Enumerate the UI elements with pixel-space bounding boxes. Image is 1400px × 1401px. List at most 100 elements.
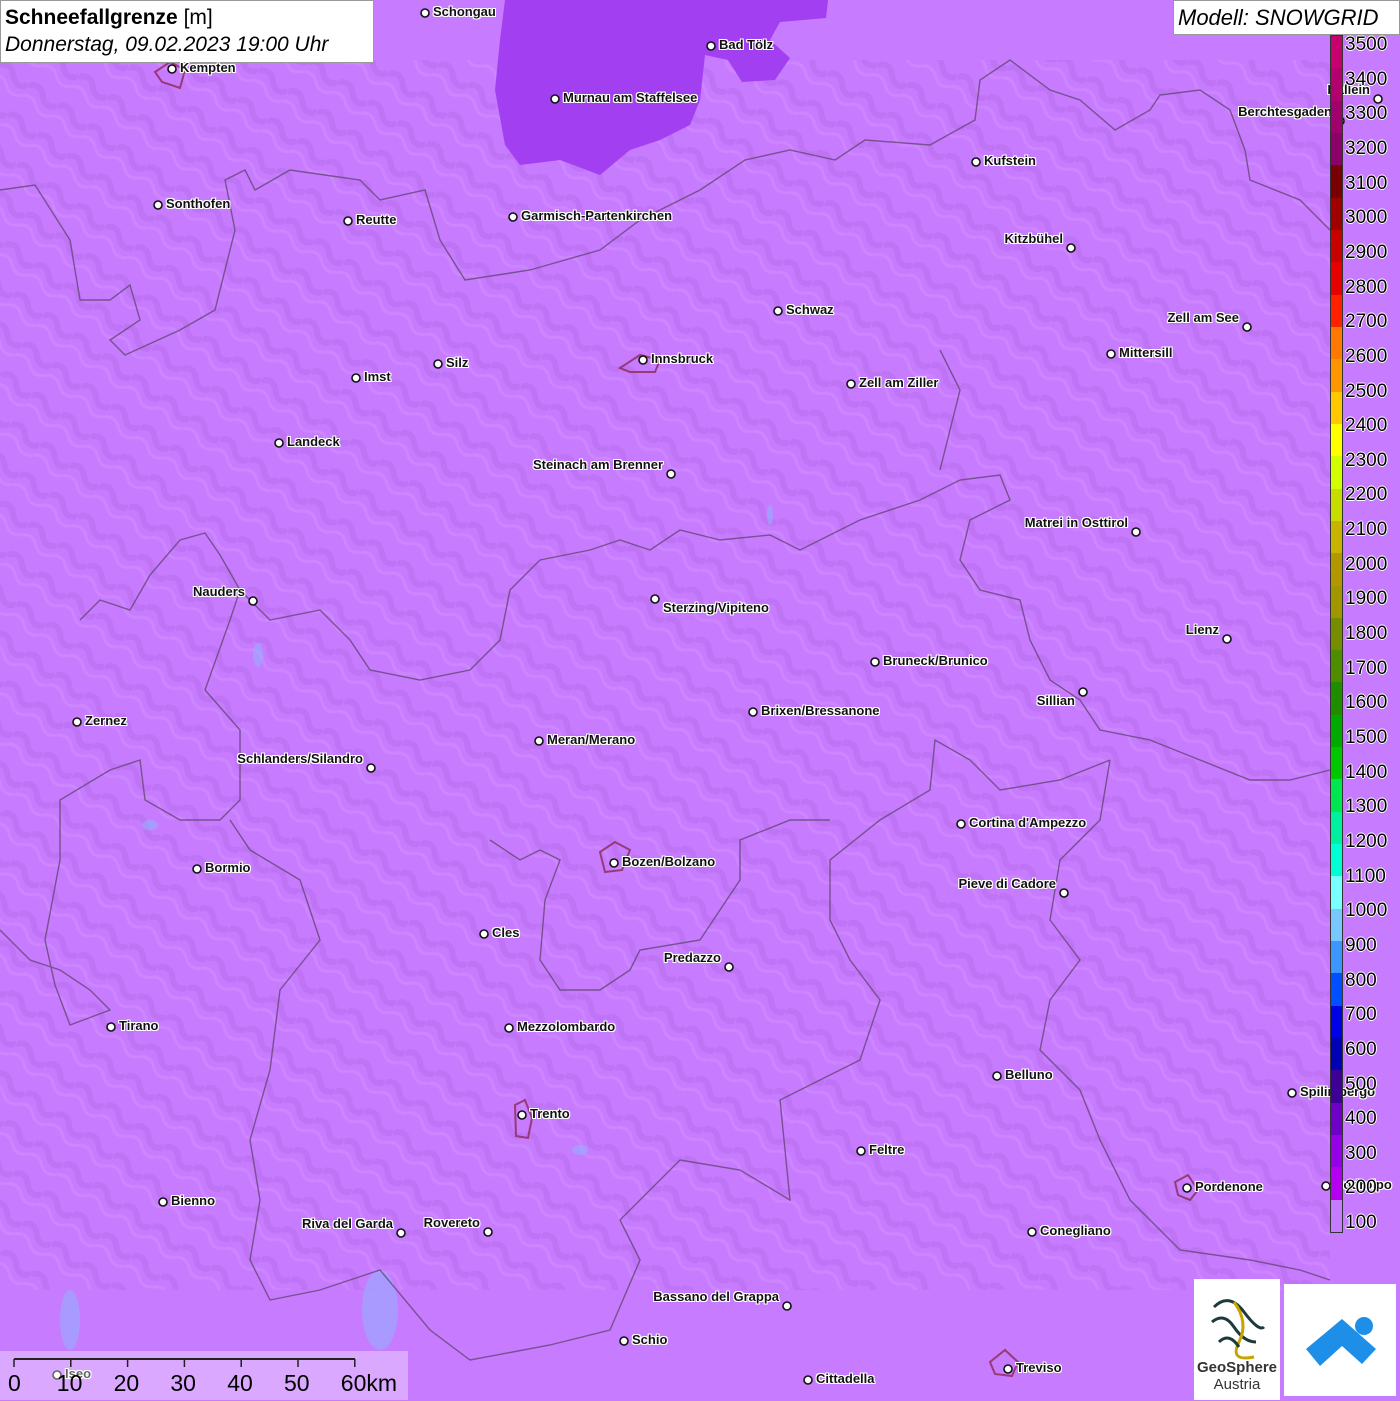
legend-level-label: 3100 <box>1345 172 1388 194</box>
city-marker <box>158 1197 168 1207</box>
legend-level-label: 1300 <box>1345 796 1388 818</box>
legend-color-step <box>1331 1070 1342 1104</box>
legend-level-label: 2300 <box>1345 449 1388 471</box>
city-label: Murnau am Staffelsee <box>563 90 698 105</box>
city-marker <box>1059 888 1069 898</box>
city-label: Landeck <box>287 434 340 449</box>
legend-level-label: 1400 <box>1345 761 1388 783</box>
legend-color-step <box>1331 811 1342 845</box>
city-marker <box>192 864 202 874</box>
city-marker <box>550 94 560 104</box>
app-logo[interactable] <box>1284 1284 1396 1396</box>
city-label: Meran/Merano <box>547 732 636 747</box>
city-marker <box>1373 94 1383 104</box>
legend-color-step <box>1331 779 1342 813</box>
city-label: Pordenone <box>1195 1179 1263 1194</box>
legend-level-label: 2100 <box>1345 519 1388 541</box>
city-label: Zell am See <box>1167 310 1239 325</box>
city-marker <box>248 596 258 606</box>
city-marker <box>72 717 82 727</box>
city-marker <box>1078 687 1088 697</box>
city-marker <box>666 469 676 479</box>
city-label: Bormio <box>205 860 251 875</box>
city-marker <box>650 594 660 604</box>
legend-level-label: 300 <box>1345 1142 1377 1164</box>
city-label: Cittadella <box>816 1371 875 1386</box>
city-marker <box>343 216 353 226</box>
legend-color-step <box>1331 1199 1342 1233</box>
city-marker <box>856 1146 866 1156</box>
legend-level-label: 600 <box>1345 1038 1377 1060</box>
city-marker <box>534 736 544 746</box>
legend-level-label: 500 <box>1345 1073 1377 1095</box>
city-label: Mittersill <box>1119 345 1173 360</box>
city-label: Zernez <box>85 713 127 728</box>
city-marker <box>1106 349 1116 359</box>
legend-color-step <box>1331 553 1342 586</box>
scale-tick-label: 50 <box>284 1370 310 1396</box>
legend-color-step <box>1331 229 1342 263</box>
scale-tick-label: 30 <box>170 1370 196 1396</box>
legend-level-label: 2400 <box>1345 415 1388 437</box>
legend-color-step <box>1331 1102 1342 1136</box>
city-marker <box>748 707 758 717</box>
city-label: Schongau <box>433 4 496 19</box>
city-marker <box>619 1336 629 1346</box>
city-label: Schlanders/Silandro <box>237 751 363 766</box>
city-marker <box>956 819 966 829</box>
city-label: Riva del Garda <box>301 1216 393 1231</box>
legend-color-step <box>1331 682 1342 716</box>
legend-color-step <box>1331 1038 1342 1071</box>
city-label: Steinach am Brenner <box>532 457 663 472</box>
city-marker <box>106 1022 116 1032</box>
city-label: Matrei in Osttirol <box>1024 515 1128 530</box>
geosphere-emblem-icon <box>1211 1299 1266 1360</box>
city-marker <box>1066 243 1076 253</box>
legend-level-label: 700 <box>1345 1004 1377 1026</box>
legend-color-step <box>1331 1135 1342 1168</box>
city-marker <box>420 8 430 18</box>
city-marker <box>1242 322 1252 332</box>
city-label: Bienno <box>171 1193 216 1208</box>
legend-color-step <box>1331 1005 1342 1039</box>
city-marker <box>706 41 716 51</box>
legend-level-label: 2900 <box>1345 241 1388 263</box>
legend-color-step <box>1331 520 1342 554</box>
city-label: Schio <box>632 1332 668 1347</box>
city-label: Feltre <box>869 1142 905 1157</box>
legend-level-label: 3200 <box>1345 137 1388 159</box>
city-marker <box>153 200 163 210</box>
legend-level-label: 2200 <box>1345 484 1388 506</box>
legend-color-step <box>1331 617 1342 651</box>
city-label: Kempten <box>180 60 236 75</box>
legend-color-step <box>1331 197 1342 231</box>
legend-level-label: 2600 <box>1345 345 1388 367</box>
city-label: Rovereto <box>423 1215 480 1230</box>
legend-color-step <box>1331 973 1342 1007</box>
legend-color-step <box>1331 747 1342 780</box>
legend-color-step <box>1331 391 1342 425</box>
legend-color-step <box>1331 908 1342 942</box>
legend-level-label: 2700 <box>1345 311 1388 333</box>
legend-level-label: 1800 <box>1345 623 1388 645</box>
legend-color-step <box>1331 423 1342 457</box>
city-marker <box>803 1375 813 1385</box>
city-label: Kitzbühel <box>1004 231 1064 246</box>
city-marker <box>508 212 518 222</box>
legend-color-step <box>1331 326 1342 360</box>
city-label: Brixen/Bressanone <box>761 703 880 718</box>
legend-color-step <box>1331 650 1342 683</box>
city-label: Bassano del Grappa <box>653 1289 779 1304</box>
city-marker <box>724 962 734 972</box>
map-datetime: Donnerstag, 09.02.2023 19:00 Uhr <box>5 33 329 56</box>
city-marker <box>351 373 361 383</box>
legend-color-step <box>1331 941 1342 974</box>
city-marker <box>479 929 489 939</box>
city-label: Zell am Ziller <box>859 375 939 390</box>
logo-name-line2: Austria <box>1213 1376 1261 1393</box>
legend-level-label: 1200 <box>1345 830 1388 852</box>
legend-color-step <box>1331 488 1342 522</box>
city-label: Bruneck/Brunico <box>883 653 988 668</box>
geosphere-logo[interactable]: GeoSphere Austria <box>1194 1279 1280 1400</box>
legend-level-label: 100 <box>1345 1212 1377 1234</box>
